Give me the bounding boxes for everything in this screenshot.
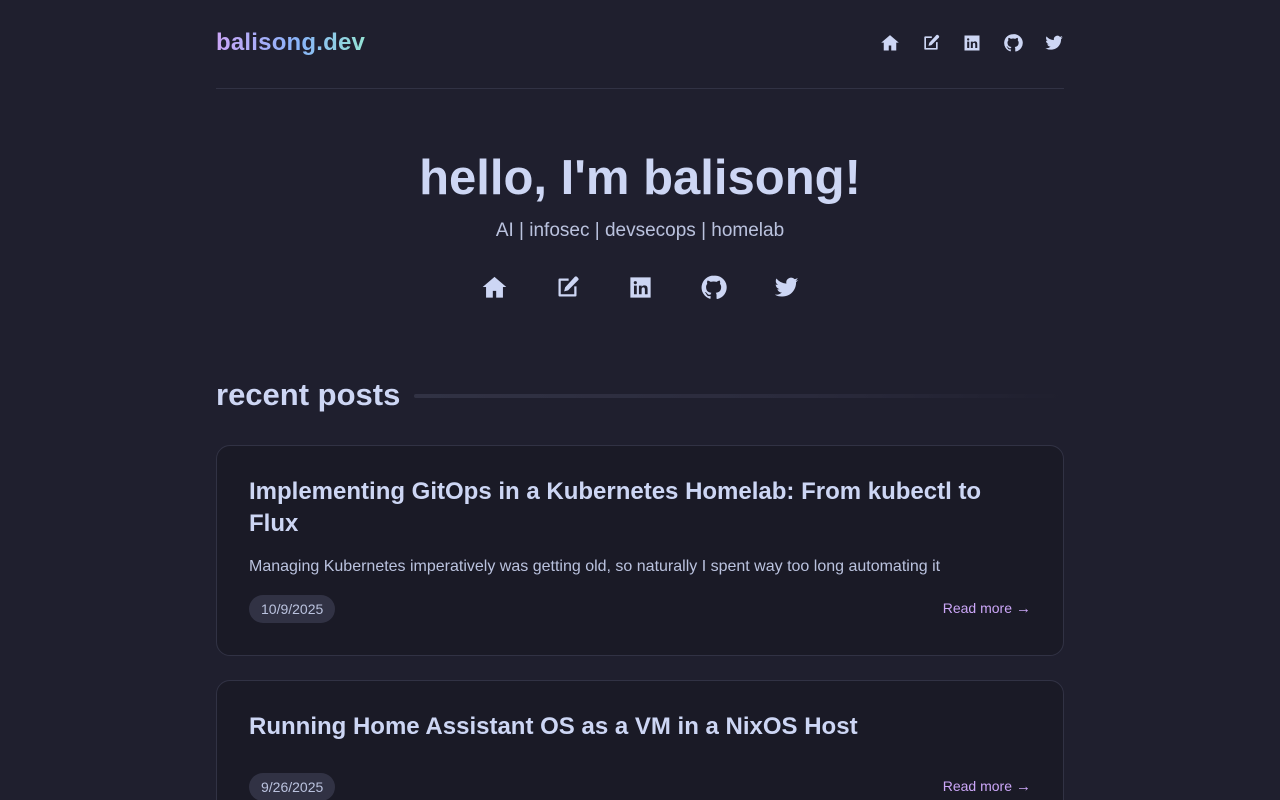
section-header: recent posts: [216, 377, 1064, 413]
social-links: [216, 274, 1064, 301]
post-title[interactable]: Running Home Assistant OS as a VM in a N…: [249, 711, 1031, 743]
section-title: recent posts: [216, 376, 401, 412]
date-badge: 9/26/2025: [249, 772, 336, 800]
header-nav: [880, 33, 1064, 53]
read-more-link[interactable]: Read more →: [943, 778, 1031, 795]
arrow-right-icon: →: [1016, 600, 1031, 618]
post-card[interactable]: Implementing GitOps in a Kubernetes Home…: [216, 444, 1064, 656]
twitter-icon[interactable]: [1044, 33, 1064, 53]
home-icon[interactable]: [481, 274, 508, 301]
read-more-label: Read more: [942, 600, 1012, 617]
recent-posts: recent posts Implementing GitOps in a Ku…: [216, 377, 1064, 800]
read-more-link[interactable]: Read more →: [943, 600, 1031, 617]
twitter-icon[interactable]: [773, 274, 800, 301]
read-more-label: Read more: [942, 778, 1012, 795]
linkedin-icon[interactable]: [627, 274, 654, 301]
arrow-right-icon: →: [1016, 778, 1031, 796]
site-header: balisong.dev: [216, 0, 1064, 89]
hero-title: hello, I'm balisong!: [419, 151, 861, 205]
post-description: Managing Kubernetes imperatively was get…: [249, 557, 941, 575]
linkedin-icon[interactable]: [962, 33, 982, 53]
page: balisong.dev hello, I'm balisong! AI | i…: [216, 0, 1064, 800]
edit-icon[interactable]: [921, 33, 941, 53]
site-logo[interactable]: balisong.dev: [216, 29, 365, 57]
post-meta: 9/26/2025 Read more →: [249, 772, 1031, 800]
post-title[interactable]: Implementing GitOps in a Kubernetes Home…: [249, 476, 1031, 540]
date-badge: 10/9/2025: [249, 594, 336, 623]
github-icon[interactable]: [700, 274, 727, 301]
edit-icon[interactable]: [554, 274, 581, 301]
post-meta: 10/9/2025 Read more →: [249, 594, 1031, 623]
post-card[interactable]: Running Home Assistant OS as a VM in a N…: [216, 679, 1064, 800]
hero-tagline: AI | infosec | devsecops | homelab: [495, 219, 785, 241]
section-divider: [414, 394, 1064, 399]
github-icon[interactable]: [1003, 33, 1023, 53]
home-icon[interactable]: [880, 33, 900, 53]
hero: hello, I'm balisong! AI | infosec | devs…: [216, 89, 1064, 301]
